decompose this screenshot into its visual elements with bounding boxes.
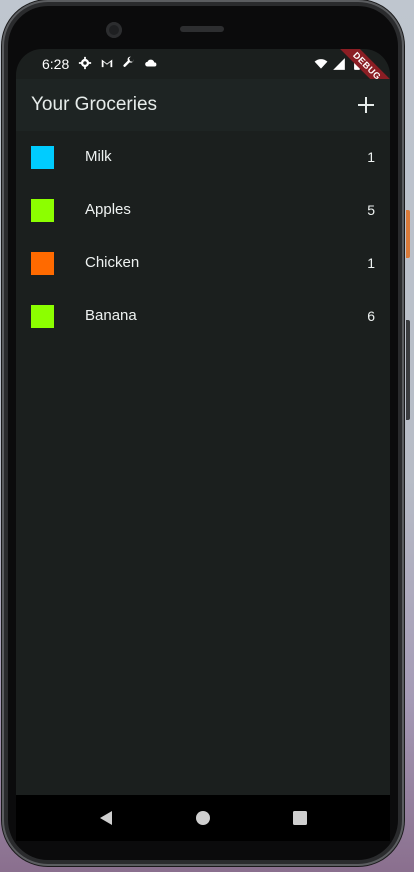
gmail-icon: [101, 59, 113, 68]
plus-icon: [358, 97, 374, 113]
signal-icon: [333, 58, 345, 70]
item-quantity: 1: [367, 255, 375, 271]
item-quantity: 5: [367, 202, 375, 218]
category-color-swatch: [31, 252, 54, 275]
power-button[interactable]: [406, 210, 410, 258]
app-bar: Your Groceries: [16, 79, 390, 131]
status-time: 6:28: [42, 56, 70, 72]
item-name: Chicken: [85, 254, 140, 271]
system-navigation-bar: [16, 795, 390, 841]
list-item[interactable]: Chicken 1: [16, 237, 390, 290]
app-screen: 6:28 DEBUG Your Groceries Milk 1 Apples …: [16, 49, 390, 840]
grocery-list: Milk 1 Apples 5 Chicken 1 Banana 6: [16, 131, 390, 343]
cloud-icon: [145, 59, 157, 67]
wifi-icon: [314, 59, 328, 69]
category-color-swatch: [31, 146, 54, 169]
item-name: Milk: [85, 148, 112, 165]
back-icon[interactable]: [97, 809, 115, 827]
status-icons-left: [78, 56, 158, 70]
recents-icon[interactable]: [291, 809, 309, 827]
list-item[interactable]: Milk 1: [16, 131, 390, 184]
wrench-icon: [123, 56, 134, 67]
category-color-swatch: [31, 305, 54, 328]
gear-icon: [78, 56, 92, 70]
list-item[interactable]: Banana 6: [16, 290, 390, 343]
item-quantity: 6: [367, 308, 375, 324]
item-name: Apples: [85, 201, 131, 218]
status-bar: 6:28 DEBUG: [16, 49, 390, 103]
home-icon[interactable]: [194, 809, 212, 827]
volume-button[interactable]: [406, 320, 410, 420]
add-item-button[interactable]: [352, 91, 380, 119]
item-quantity: 1: [367, 149, 375, 165]
front-camera: [106, 22, 122, 38]
list-item[interactable]: Apples 5: [16, 184, 390, 237]
item-name: Banana: [85, 307, 137, 324]
earpiece-speaker: [180, 26, 224, 32]
page-title: Your Groceries: [31, 94, 158, 115]
category-color-swatch: [31, 199, 54, 222]
